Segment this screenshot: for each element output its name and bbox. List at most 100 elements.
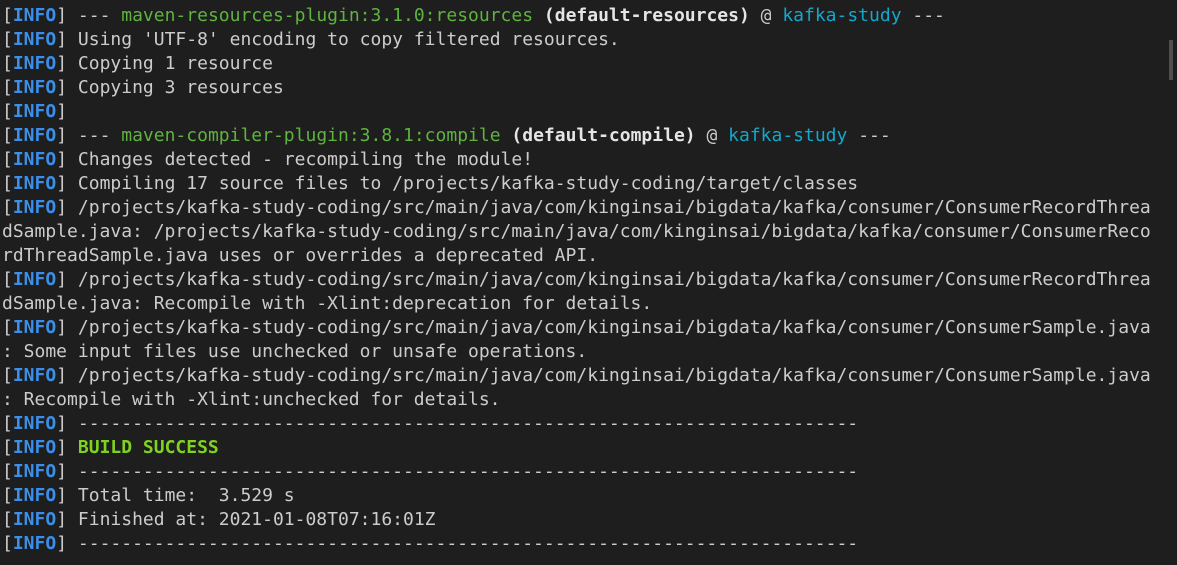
level-bracket-open: [ [2,485,13,506]
log-level: INFO [12,173,57,194]
log-message: Copying 1 resource [77,53,273,74]
terminal-line: [INFO] Compiling 17 source files to /pro… [2,172,1163,196]
log-message: ----------------------------------------… [77,533,859,554]
level-bracket-open: [ [2,29,13,50]
log-message: ----------------------------------------… [77,461,859,482]
log-message: /projects/kafka-study-coding/src/main/ja… [77,317,1151,338]
project-name: kafka-study [728,125,848,146]
terminal-line: [INFO] /projects/kafka-study-coding/src/… [2,196,1163,220]
plugin-goal: maven-resources-plugin:3.1.0:resources [121,5,534,26]
level-bracket-close: ] [56,269,78,290]
terminal-line: [INFO] ---------------------------------… [2,412,1163,436]
log-level: INFO [12,437,57,458]
level-bracket-open: [ [2,53,13,74]
terminal-line: root@..a..c..........fdd................… [2,556,1163,565]
at-sign: @ [695,125,729,146]
log-message: Using 'UTF-8' encoding to copy filtered … [77,29,620,50]
log-level: INFO [12,365,57,386]
terminal-line: [INFO] /projects/kafka-study-coding/src/… [2,268,1163,292]
terminal-line: [INFO] ---------------------------------… [2,460,1163,484]
log-level: INFO [12,533,57,554]
terminal-line: [INFO] BUILD SUCCESS [2,436,1163,460]
log-level: INFO [12,101,57,122]
terminal-window[interactable]: [INFO] --- maven-resources-plugin:3.1.0:… [0,0,1177,565]
level-bracket-close: ] [56,125,78,146]
level-bracket-close: ] [56,533,78,554]
level-bracket-close: ] [56,317,78,338]
level-bracket-open: [ [2,101,13,122]
log-level: INFO [12,461,57,482]
level-bracket-open: [ [2,533,13,554]
log-level: INFO [12,269,57,290]
log-message: /projects/kafka-study-coding/src/main/ja… [77,269,1151,290]
level-bracket-close: ] [56,437,78,458]
wrapped-text: : Some input files use unchecked or unsa… [2,341,588,362]
level-bracket-open: [ [2,77,13,98]
level-bracket-open: [ [2,269,13,290]
level-bracket-open: [ [2,197,13,218]
log-level: INFO [12,5,57,26]
level-bracket-open: [ [2,5,13,26]
scrollbar-thumb[interactable] [1169,40,1173,80]
wrapped-text: : Recompile with -Xlint:unchecked for de… [2,389,501,410]
log-message: Total time: 3.529 s [77,485,295,506]
log-level: INFO [12,509,57,530]
level-bracket-close: ] [56,77,78,98]
level-bracket-close: ] [56,5,78,26]
level-bracket-close: ] [56,149,78,170]
level-bracket-open: [ [2,509,13,530]
terminal-line: [INFO] Changes detected - recompiling th… [2,148,1163,172]
level-bracket-close: ] [56,173,78,194]
level-bracket-close: ] [56,29,78,50]
separator-suffix: --- [847,125,891,146]
level-bracket-close: ] [56,53,78,74]
terminal-line: [INFO] ---------------------------------… [2,532,1163,556]
terminal-line: [INFO] [2,100,1163,124]
log-level: INFO [12,197,57,218]
terminal-line: [INFO] /projects/kafka-study-coding/src/… [2,364,1163,388]
terminal-line: : Recompile with -Xlint:unchecked for de… [2,388,1163,412]
project-name: kafka-study [782,5,902,26]
log-message: Compiling 17 source files to /projects/k… [77,173,859,194]
level-bracket-close: ] [56,197,78,218]
log-level: INFO [12,77,57,98]
level-bracket-open: [ [2,461,13,482]
terminal-line: rdThreadSample.java uses or overrides a … [2,244,1163,268]
log-message: /projects/kafka-study-coding/src/main/ja… [77,197,1151,218]
wrapped-text: dSample.java: /projects/kafka-study-codi… [2,221,1151,242]
build-status: BUILD SUCCESS [77,437,219,458]
level-bracket-open: [ [2,173,13,194]
log-message: Changes detected - recompiling the modul… [77,149,534,170]
log-level: INFO [12,317,57,338]
log-level: INFO [12,149,57,170]
level-bracket-close: ] [56,461,78,482]
log-level: INFO [12,485,57,506]
separator-prefix: --- [77,125,122,146]
terminal-line: [INFO] Finished at: 2021-01-08T07:16:01Z [2,508,1163,532]
plugin-goal: maven-compiler-plugin:3.8.1:compile [121,125,501,146]
level-bracket-close: ] [56,509,78,530]
terminal-line: dSample.java: /projects/kafka-study-codi… [2,220,1163,244]
wrapped-text: dSample.java: Recompile with -Xlint:depr… [2,293,653,314]
terminal-line: [INFO] Total time: 3.529 s [2,484,1163,508]
level-bracket-open: [ [2,125,13,146]
level-bracket-open: [ [2,365,13,386]
terminal-line: [INFO] Copying 1 resource [2,52,1163,76]
terminal-output: [INFO] --- maven-resources-plugin:3.1.0:… [2,4,1163,565]
at-sign: @ [749,5,783,26]
log-message: ----------------------------------------… [77,413,859,434]
execution-id: (default-compile) [511,125,696,146]
terminal-line: [INFO] --- maven-compiler-plugin:3.8.1:c… [2,124,1163,148]
level-bracket-close: ] [56,365,78,386]
log-message: /projects/kafka-study-coding/src/main/ja… [77,365,1151,386]
log-level: INFO [12,125,57,146]
level-bracket-close: ] [56,413,78,434]
level-bracket-open: [ [2,317,13,338]
wrapped-text: rdThreadSample.java uses or overrides a … [2,245,599,266]
terminal-line: [INFO] --- maven-resources-plugin:3.1.0:… [2,4,1163,28]
terminal-line: dSample.java: Recompile with -Xlint:depr… [2,292,1163,316]
log-level: INFO [12,53,57,74]
terminal-line: [INFO] Copying 3 resources [2,76,1163,100]
